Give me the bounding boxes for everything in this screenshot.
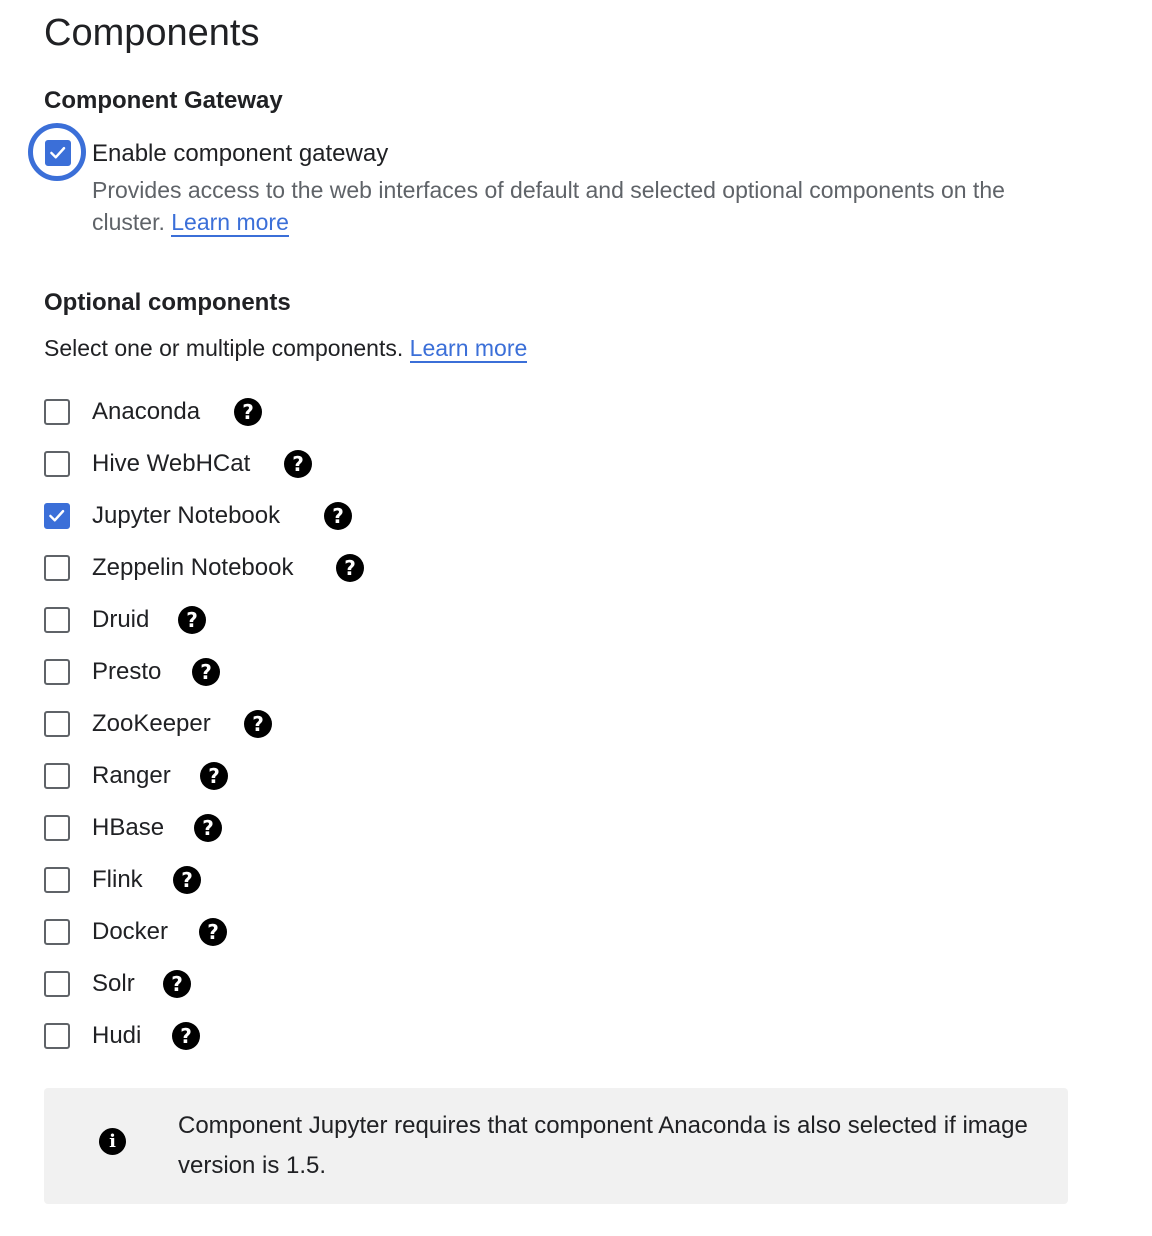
help-circle-icon[interactable]: ? — [244, 710, 272, 738]
optional-components-heading: Optional components — [44, 289, 291, 316]
component-checkbox-anaconda[interactable] — [44, 399, 70, 425]
component-label-jupyter-notebook[interactable]: Jupyter Notebook — [92, 501, 280, 531]
help-circle-icon[interactable]: ? — [199, 918, 227, 946]
component-label-solr[interactable]: Solr — [92, 969, 135, 999]
component-label-zeppelin-notebook[interactable]: Zeppelin Notebook — [92, 553, 293, 583]
help-circle-icon[interactable]: ? — [194, 814, 222, 842]
component-label-presto[interactable]: Presto — [92, 657, 161, 687]
help-circle-icon[interactable]: ? — [192, 658, 220, 686]
help-circle-icon[interactable]: ? — [234, 398, 262, 426]
checkmark-icon — [49, 509, 65, 522]
enable-gateway-label[interactable]: Enable component gateway — [92, 139, 388, 169]
component-label-flink[interactable]: Flink — [92, 865, 143, 895]
component-checkbox-flink[interactable] — [44, 867, 70, 893]
help-circle-icon[interactable]: ? — [172, 1022, 200, 1050]
info-banner: i Component Jupyter requires that compon… — [44, 1088, 1068, 1204]
component-label-anaconda[interactable]: Anaconda — [92, 397, 200, 427]
component-checkbox-hbase[interactable] — [44, 815, 70, 841]
component-label-ranger[interactable]: Ranger — [92, 761, 171, 791]
help-circle-icon[interactable]: ? — [336, 554, 364, 582]
help-circle-icon[interactable]: ? — [173, 866, 201, 894]
checkmark-icon — [50, 146, 66, 159]
help-circle-icon[interactable]: ? — [163, 970, 191, 998]
component-checkbox-docker[interactable] — [44, 919, 70, 945]
component-checkbox-zeppelin-notebook[interactable] — [44, 555, 70, 581]
gateway-learn-more-link[interactable]: Learn more — [171, 209, 289, 237]
help-circle-icon[interactable]: ? — [284, 450, 312, 478]
page-title: Components — [44, 12, 260, 54]
component-label-docker[interactable]: Docker — [92, 917, 168, 947]
component-gateway-heading: Component Gateway — [44, 87, 283, 114]
component-checkbox-presto[interactable] — [44, 659, 70, 685]
components-page: Components Component Gateway Enable comp… — [0, 0, 1152, 1236]
help-circle-icon[interactable]: ? — [324, 502, 352, 530]
component-label-hbase[interactable]: HBase — [92, 813, 164, 843]
info-banner-text: Component Jupyter requires that componen… — [178, 1112, 1028, 1179]
component-checkbox-jupyter-notebook[interactable] — [44, 503, 70, 529]
optional-components-subtitle: Select one or multiple components. Learn… — [44, 333, 528, 363]
optional-learn-more-link[interactable]: Learn more — [409, 335, 528, 363]
component-label-druid[interactable]: Druid — [92, 605, 149, 635]
component-checkbox-zookeeper[interactable] — [44, 711, 70, 737]
component-label-hudi[interactable]: Hudi — [92, 1021, 141, 1051]
info-icon: i — [99, 1128, 126, 1155]
component-checkbox-hudi[interactable] — [44, 1023, 70, 1049]
enable-gateway-checkbox[interactable] — [45, 140, 71, 166]
component-checkbox-solr[interactable] — [44, 971, 70, 997]
component-checkbox-druid[interactable] — [44, 607, 70, 633]
component-label-hive-webhcat[interactable]: Hive WebHCat — [92, 449, 250, 479]
help-circle-icon[interactable]: ? — [200, 762, 228, 790]
component-checkbox-hive-webhcat[interactable] — [44, 451, 70, 477]
gateway-description: Provides access to the web interfaces of… — [92, 174, 1072, 238]
help-circle-icon[interactable]: ? — [178, 606, 206, 634]
component-label-zookeeper[interactable]: ZooKeeper — [92, 709, 211, 739]
optional-subtitle-text: Select one or multiple components. — [44, 335, 404, 361]
component-checkbox-ranger[interactable] — [44, 763, 70, 789]
